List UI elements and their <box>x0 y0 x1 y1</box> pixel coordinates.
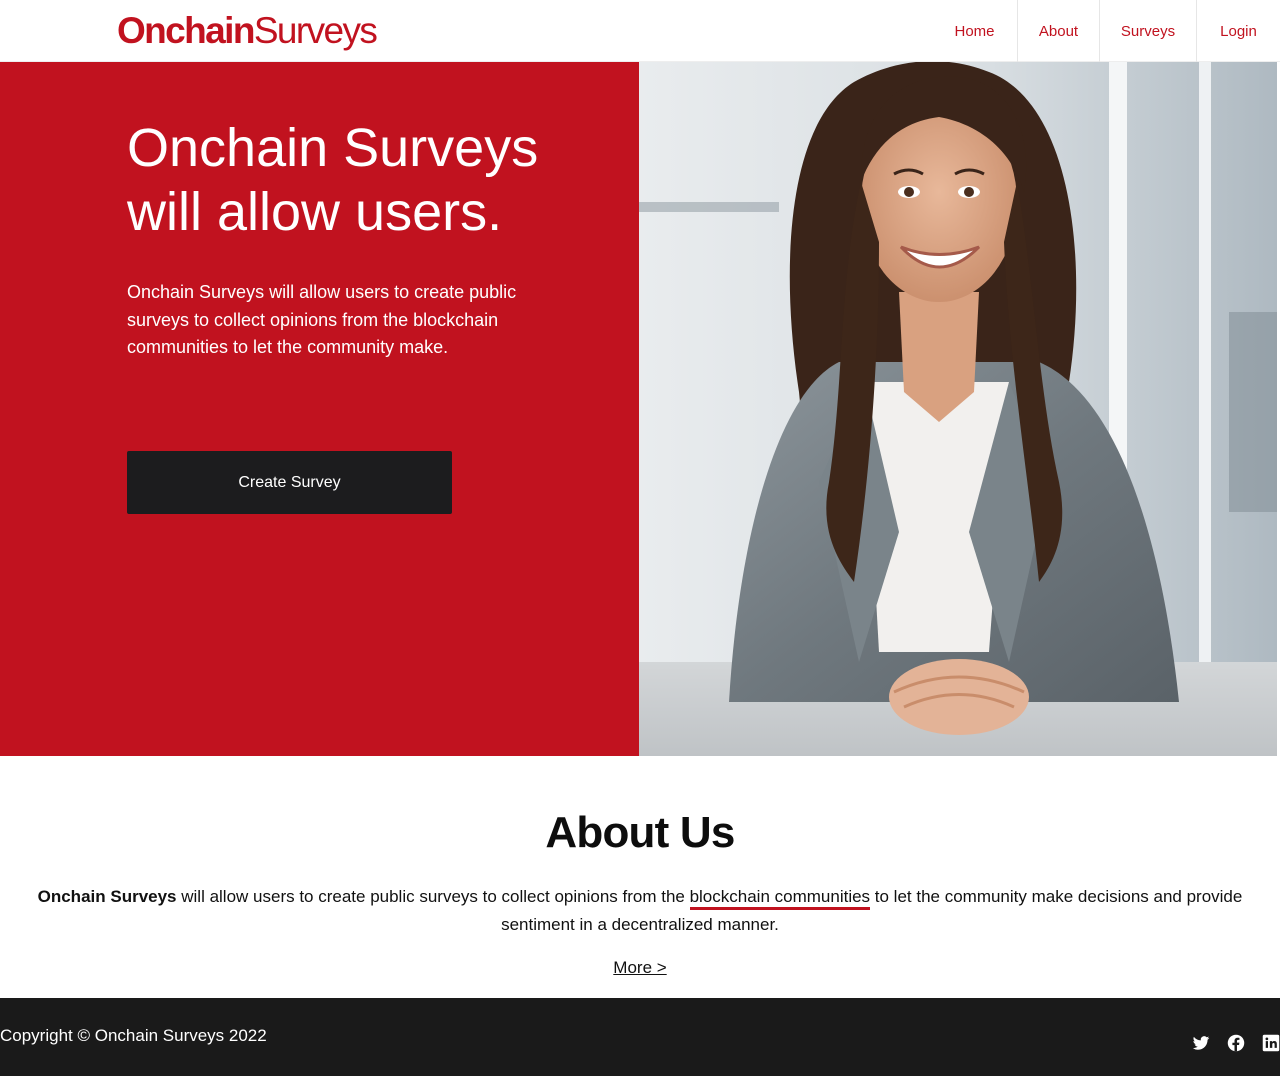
about-lead-bold: Onchain Surveys <box>37 887 177 906</box>
twitter-icon[interactable] <box>1192 1034 1210 1052</box>
site-footer: Copyright © Onchain Surveys 2022 <box>0 998 1280 1076</box>
nav-login[interactable]: Login <box>1196 0 1280 62</box>
more-link-wrapper: More > <box>0 958 1280 978</box>
blockchain-communities-link[interactable]: blockchain communities <box>689 887 871 910</box>
about-title: About Us <box>545 808 735 857</box>
main-nav: Home About Surveys Login <box>932 0 1280 62</box>
hero-panel: Onchain Surveys will allow users. Onchai… <box>0 62 639 756</box>
nav-home[interactable]: Home <box>932 0 1017 62</box>
smiling-woman-photo <box>639 62 1277 756</box>
hero-description: Onchain Surveys will allow users to crea… <box>127 282 517 357</box>
create-survey-button[interactable]: Create Survey <box>127 451 452 514</box>
brand-name-bold: Onchain <box>117 10 255 51</box>
nav-surveys[interactable]: Surveys <box>1099 0 1196 62</box>
linkedin-icon[interactable] <box>1262 1034 1280 1052</box>
nav-about[interactable]: About <box>1017 0 1099 62</box>
brand-logo[interactable]: OnchainSurveys <box>117 10 378 52</box>
brand-name-light: Surveys <box>253 10 378 51</box>
copyright-text: Copyright © Onchain Surveys 2022 <box>0 1026 267 1045</box>
about-description: Onchain Surveys will allow users to crea… <box>0 883 1280 939</box>
more-link[interactable]: More > <box>613 958 666 977</box>
hero-title: Onchain Surveys will allow users. <box>127 118 539 242</box>
site-header: OnchainSurveys Home About Surveys Login <box>0 0 1280 62</box>
facebook-icon[interactable] <box>1227 1034 1245 1052</box>
social-links <box>1192 1034 1280 1052</box>
about-text-part-1: will allow users to create public survey… <box>176 887 690 906</box>
hero-photo <box>639 62 1277 756</box>
